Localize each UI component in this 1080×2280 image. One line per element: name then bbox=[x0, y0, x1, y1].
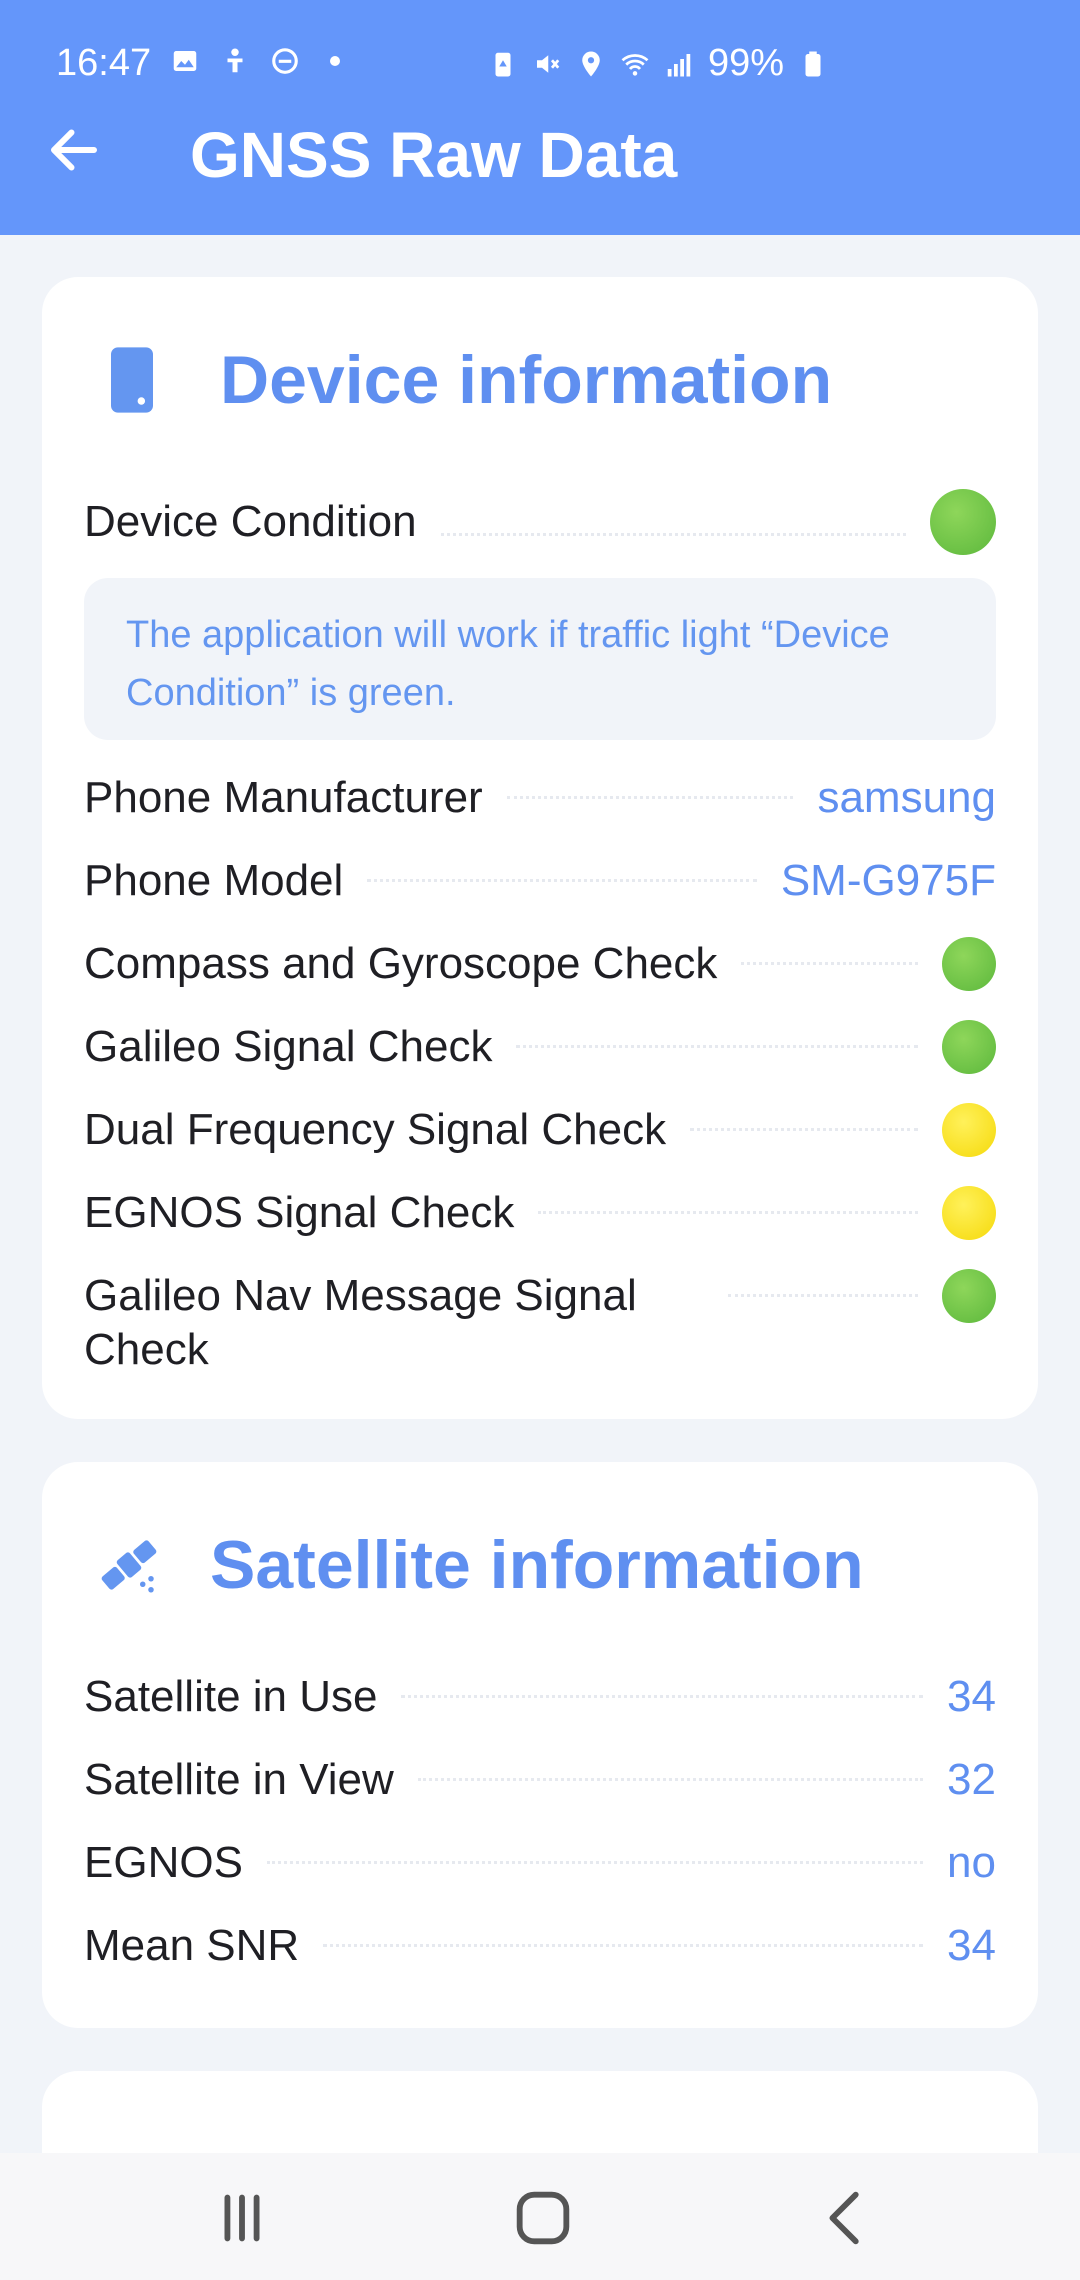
device-condition-notice: The application will work if traffic lig… bbox=[84, 578, 996, 740]
satellite-row-value: no bbox=[947, 1838, 996, 1887]
satellite-row: Satellite in Use 34 bbox=[84, 1670, 996, 1724]
mute-icon bbox=[537, 54, 560, 73]
check-row: Dual Frequency Signal Check bbox=[84, 1103, 996, 1157]
next-card bbox=[42, 2071, 1038, 2153]
phone-icon bbox=[111, 347, 153, 413]
device-info-header: Device information bbox=[96, 341, 832, 419]
wifi-icon bbox=[621, 53, 649, 76]
check-label: Galileo Nav Message Signal Check bbox=[84, 1271, 637, 1374]
row-leader bbox=[401, 1670, 924, 1698]
satellite-row-value: 32 bbox=[947, 1755, 996, 1804]
page-title: GNSS Raw Data bbox=[190, 119, 678, 191]
check-status-light bbox=[942, 937, 996, 991]
satellite-row: EGNOS no bbox=[84, 1836, 996, 1890]
satellite-row: Satellite in View 32 bbox=[84, 1753, 996, 1807]
app-bar: 16:47 99% GNSS Raw Data bbox=[0, 0, 1080, 235]
satellite-row-label: EGNOS bbox=[84, 1838, 243, 1887]
status-bar: 16:47 99% bbox=[0, 0, 1080, 130]
check-label: EGNOS Signal Check bbox=[84, 1188, 515, 1237]
dnd-icon bbox=[272, 48, 298, 74]
back-icon[interactable] bbox=[812, 2183, 882, 2253]
image-icon bbox=[173, 51, 197, 71]
satellite-row-label: Satellite in Use bbox=[84, 1672, 378, 1721]
check-status-light bbox=[942, 1269, 996, 1323]
signal-icon bbox=[667, 53, 691, 76]
row-leader bbox=[728, 1269, 918, 1297]
row-leader bbox=[266, 1836, 924, 1864]
recents-icon[interactable] bbox=[207, 2183, 277, 2253]
row-leader bbox=[690, 1103, 918, 1131]
row-leader bbox=[367, 854, 757, 882]
satellite-row-label: Mean SNR bbox=[84, 1921, 300, 1970]
row-leader bbox=[323, 1919, 924, 1947]
status-time: 16:47 bbox=[56, 42, 152, 84]
row-leader bbox=[440, 508, 906, 536]
satellite-icon bbox=[101, 1540, 157, 1593]
battery-icon bbox=[805, 51, 821, 76]
device-condition-light bbox=[930, 489, 996, 555]
content-scroll[interactable]: Device information Device Condition The … bbox=[0, 235, 1080, 2153]
model-label: Phone Model bbox=[84, 856, 344, 905]
satellite-row: Mean SNR 34 bbox=[84, 1919, 996, 1973]
check-status-light bbox=[942, 1186, 996, 1240]
card-icon bbox=[104, 2145, 160, 2153]
device-info-card: Device information Device Condition The … bbox=[42, 277, 1038, 1419]
check-label: Dual Frequency Signal Check bbox=[84, 1105, 667, 1154]
battery-percent: 99% bbox=[708, 42, 785, 84]
model-row: Phone Model SM-G975F bbox=[84, 854, 996, 908]
check-status-light bbox=[942, 1103, 996, 1157]
device-info-title: Device information bbox=[220, 342, 833, 418]
system-nav-bar bbox=[0, 2153, 1080, 2280]
row-leader bbox=[506, 771, 794, 799]
dot-icon bbox=[330, 56, 340, 66]
check-label: Compass and Gyroscope Check bbox=[84, 939, 718, 988]
satellite-info-header: Satellite information bbox=[96, 1526, 864, 1604]
battery-saver-icon bbox=[495, 52, 511, 76]
check-status-light bbox=[942, 1020, 996, 1074]
location-icon bbox=[582, 51, 600, 76]
satellite-info-title: Satellite information bbox=[210, 1527, 864, 1603]
row-leader bbox=[516, 1020, 918, 1048]
satellite-info-card: Satellite information Satellite in Use 3… bbox=[42, 1462, 1038, 2028]
row-leader bbox=[741, 937, 918, 965]
accessibility-icon bbox=[227, 48, 243, 73]
check-row: Galileo Nav Message Signal Check bbox=[84, 1269, 996, 1377]
check-label: Galileo Signal Check bbox=[84, 1022, 493, 1071]
model-value: SM-G975F bbox=[780, 856, 996, 905]
check-row: EGNOS Signal Check bbox=[84, 1186, 996, 1240]
manufacturer-row: Phone Manufacturer samsung bbox=[84, 771, 996, 825]
home-icon[interactable] bbox=[508, 2183, 578, 2253]
manufacturer-label: Phone Manufacturer bbox=[84, 773, 483, 822]
row-leader bbox=[417, 1753, 924, 1781]
manufacturer-value: samsung bbox=[817, 773, 996, 822]
row-leader bbox=[538, 1186, 918, 1214]
satellite-row-value: 34 bbox=[947, 1921, 996, 1970]
satellite-row-label: Satellite in View bbox=[84, 1755, 394, 1804]
check-row: Compass and Gyroscope Check bbox=[84, 937, 996, 991]
device-condition-row: Device Condition bbox=[84, 489, 996, 555]
device-condition-label: Device Condition bbox=[84, 497, 417, 546]
check-row: Galileo Signal Check bbox=[84, 1020, 996, 1074]
arrow-left-icon[interactable] bbox=[44, 120, 104, 180]
satellite-row-value: 34 bbox=[947, 1672, 996, 1721]
